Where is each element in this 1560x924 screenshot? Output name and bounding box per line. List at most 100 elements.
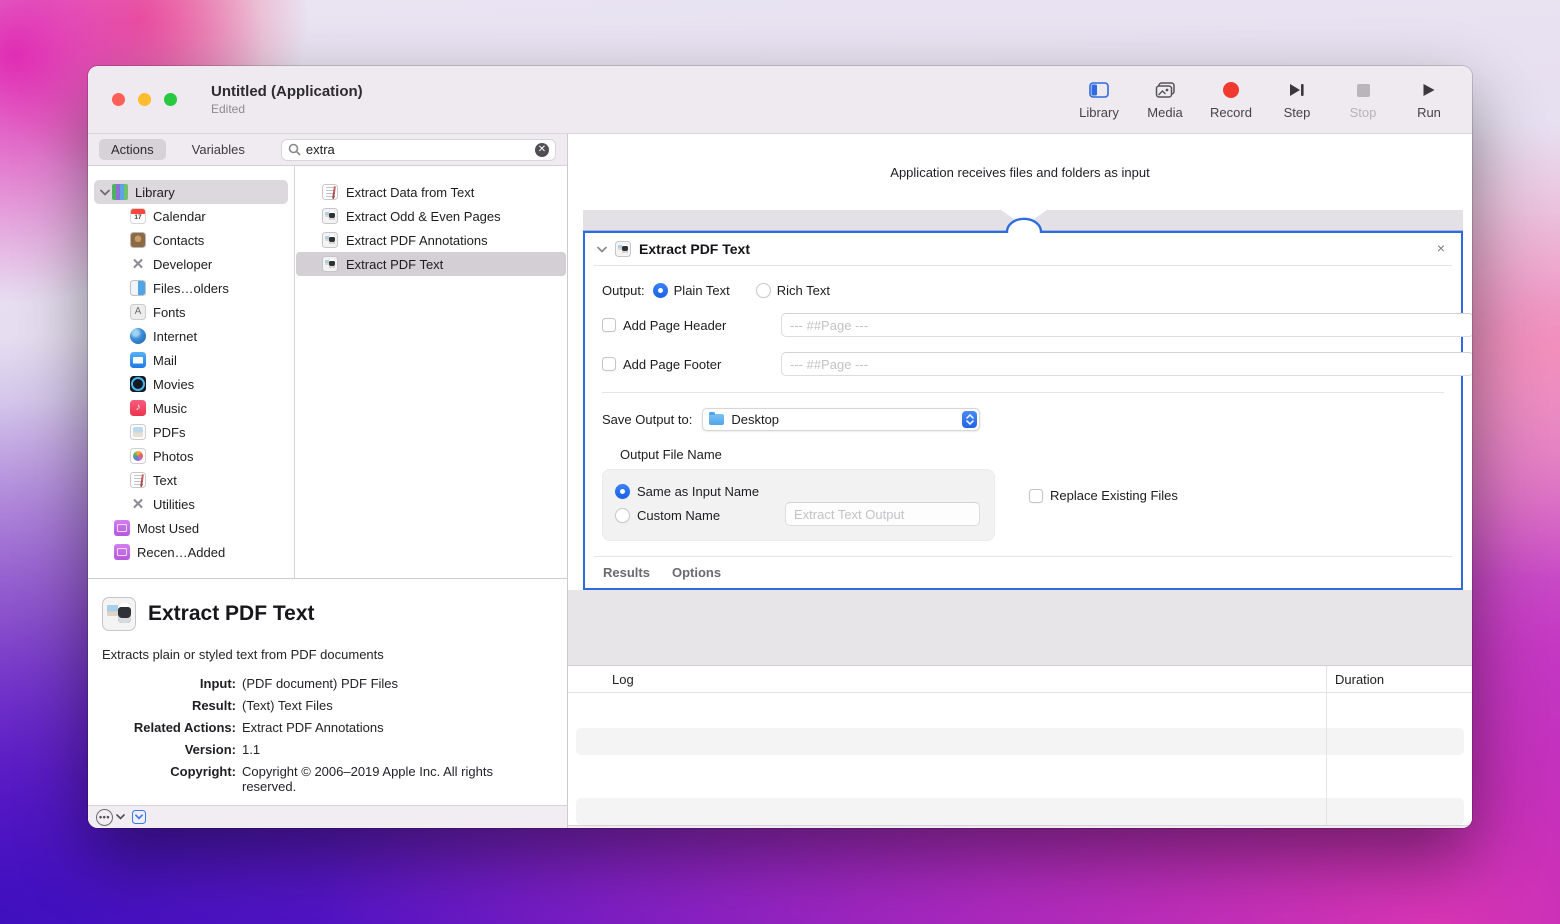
library-button[interactable]: Library bbox=[1070, 80, 1128, 120]
save-output-label: Save Output to: bbox=[602, 412, 692, 427]
sidebar-item-contacts[interactable]: Contacts bbox=[94, 228, 288, 252]
log-panel: Log Duration bbox=[568, 665, 1472, 825]
record-button[interactable]: Record bbox=[1202, 80, 1260, 120]
action-item-extract-pdf-text[interactable]: Extract PDF Text bbox=[296, 252, 566, 276]
close-action-icon[interactable]: × bbox=[1437, 241, 1445, 255]
detail-field-key: Result: bbox=[102, 698, 236, 713]
action-item-extract-pdf-annotations[interactable]: Extract PDF Annotations bbox=[296, 228, 566, 252]
library-sidebar: Library 17Calendar Contacts ✕Developer F… bbox=[88, 166, 295, 578]
sidebar-item-fonts[interactable]: AFonts bbox=[94, 300, 288, 324]
dropdown-stepper-icon bbox=[962, 411, 977, 428]
sidebar-item-calendar[interactable]: 17Calendar bbox=[94, 204, 288, 228]
sidebar-item-files-folders[interactable]: Files…olders bbox=[94, 276, 288, 300]
action-search-results: Extract Data from Text Extract Odd & Eve… bbox=[295, 166, 567, 578]
add-page-footer-checkbox[interactable] bbox=[602, 357, 616, 371]
workflow-canvas: Application receives files and folders a… bbox=[568, 134, 1472, 828]
search-field[interactable]: ✕ bbox=[281, 139, 556, 161]
custom-name-input[interactable] bbox=[785, 502, 980, 526]
library-pane: Actions Variables ✕ bbox=[88, 134, 568, 828]
mail-icon bbox=[130, 352, 146, 368]
folder-icon bbox=[709, 414, 724, 425]
sidebar-item-text[interactable]: Text bbox=[94, 468, 288, 492]
step-button[interactable]: Step bbox=[1268, 80, 1326, 120]
duration-column-header[interactable]: Duration bbox=[1335, 672, 1384, 687]
log-row bbox=[576, 798, 1464, 825]
detail-panel-toggle-icon[interactable] bbox=[132, 810, 146, 824]
action-detail-panel: Extract PDF Text Extracts plain or style… bbox=[88, 578, 567, 805]
action-card-header[interactable]: Extract PDF Text × bbox=[585, 233, 1461, 265]
sidebar-item-photos[interactable]: Photos bbox=[94, 444, 288, 468]
toolbar: Library Media Record Step bbox=[1070, 66, 1458, 134]
window-title-block: Untitled (Application) Edited bbox=[211, 83, 363, 116]
detail-field-value: Extract PDF Annotations bbox=[242, 720, 542, 735]
library-sidebar-icon bbox=[1089, 80, 1109, 100]
radio-rich-text[interactable] bbox=[756, 283, 771, 298]
traffic-lights bbox=[112, 93, 177, 106]
chevron-down-icon bbox=[116, 814, 125, 820]
log-column-divider[interactable] bbox=[1326, 666, 1327, 825]
close-window-button[interactable] bbox=[112, 93, 125, 106]
workflow-input-strip: Application receives files and folders a… bbox=[568, 134, 1472, 210]
add-page-header-checkbox[interactable] bbox=[602, 318, 616, 332]
movies-icon bbox=[130, 376, 146, 392]
contacts-icon bbox=[130, 232, 146, 248]
detail-field-value: Copyright © 2006–2019 Apple Inc. All rig… bbox=[242, 764, 542, 794]
detail-field-key: Version: bbox=[102, 742, 236, 757]
window-status: Edited bbox=[211, 102, 363, 116]
log-rows bbox=[568, 693, 1472, 825]
sidebar-item-pdfs[interactable]: PDFs bbox=[94, 420, 288, 444]
radio-plain-text[interactable] bbox=[653, 283, 668, 298]
detail-field-key: Input: bbox=[102, 676, 236, 691]
detail-field-key: Related Actions: bbox=[102, 720, 236, 735]
action-item-extract-data-from-text[interactable]: Extract Data from Text bbox=[296, 180, 566, 204]
extract-pdf-icon bbox=[322, 256, 338, 272]
zoom-window-button[interactable] bbox=[164, 93, 177, 106]
extract-pdf-icon bbox=[322, 232, 338, 248]
log-column-header[interactable]: Log bbox=[568, 672, 634, 687]
sidebar-item-utilities[interactable]: ✕Utilities bbox=[94, 492, 288, 516]
sidebar-item-library[interactable]: Library bbox=[94, 180, 288, 204]
page-footer-input[interactable] bbox=[781, 352, 1472, 376]
sidebar-item-most-used[interactable]: Most Used bbox=[94, 516, 288, 540]
media-button[interactable]: Media bbox=[1136, 80, 1194, 120]
sidebar-item-internet[interactable]: Internet bbox=[94, 324, 288, 348]
search-input[interactable] bbox=[306, 142, 535, 157]
replace-existing-files-checkbox[interactable] bbox=[1029, 489, 1043, 503]
run-button[interactable]: Run bbox=[1400, 80, 1458, 120]
radio-custom-name[interactable] bbox=[615, 508, 630, 523]
results-button[interactable]: Results bbox=[603, 565, 650, 580]
step-icon bbox=[1289, 80, 1305, 100]
text-document-icon bbox=[322, 184, 338, 200]
sidebar-item-developer[interactable]: ✕Developer bbox=[94, 252, 288, 276]
page-header-input[interactable] bbox=[781, 313, 1472, 337]
tab-variables[interactable]: Variables bbox=[180, 139, 257, 160]
detail-title: Extract PDF Text bbox=[148, 602, 315, 626]
log-row bbox=[576, 763, 1464, 790]
disclosure-chevron-icon[interactable] bbox=[98, 189, 112, 196]
record-icon bbox=[1223, 80, 1239, 100]
utilities-icon: ✕ bbox=[130, 496, 146, 512]
output-file-name-label: Output File Name bbox=[620, 447, 1444, 462]
collapse-chevron-icon[interactable] bbox=[597, 246, 607, 253]
radio-same-as-input-name[interactable] bbox=[615, 484, 630, 499]
action-options-menu[interactable]: ••• bbox=[96, 809, 125, 826]
sidebar-item-mail[interactable]: Mail bbox=[94, 348, 288, 372]
workflow-input-note: Application receives files and folders a… bbox=[890, 165, 1149, 180]
sidebar-item-music[interactable]: ♪Music bbox=[94, 396, 288, 420]
clear-search-icon[interactable]: ✕ bbox=[535, 143, 549, 157]
action-item-extract-odd-even-pages[interactable]: Extract Odd & Even Pages bbox=[296, 204, 566, 228]
fonts-icon: A bbox=[130, 304, 146, 320]
output-label: Output: bbox=[602, 283, 645, 298]
search-icon bbox=[288, 143, 301, 156]
options-button[interactable]: Options bbox=[672, 565, 721, 580]
developer-icon: ✕ bbox=[130, 256, 146, 272]
action-card-title: Extract PDF Text bbox=[639, 241, 750, 257]
action-card-extract-pdf-text: Extract PDF Text × Output: Plain Text bbox=[583, 233, 1463, 590]
save-output-dropdown[interactable]: Desktop bbox=[702, 408, 980, 431]
detail-field-value: (PDF document) PDF Files bbox=[242, 676, 542, 691]
sidebar-item-recently-added[interactable]: Recen…Added bbox=[94, 540, 288, 564]
detail-fields: Input:(PDF document) PDF Files Result:(T… bbox=[102, 676, 553, 794]
tab-actions[interactable]: Actions bbox=[99, 139, 166, 160]
minimize-window-button[interactable] bbox=[138, 93, 151, 106]
sidebar-item-movies[interactable]: Movies bbox=[94, 372, 288, 396]
